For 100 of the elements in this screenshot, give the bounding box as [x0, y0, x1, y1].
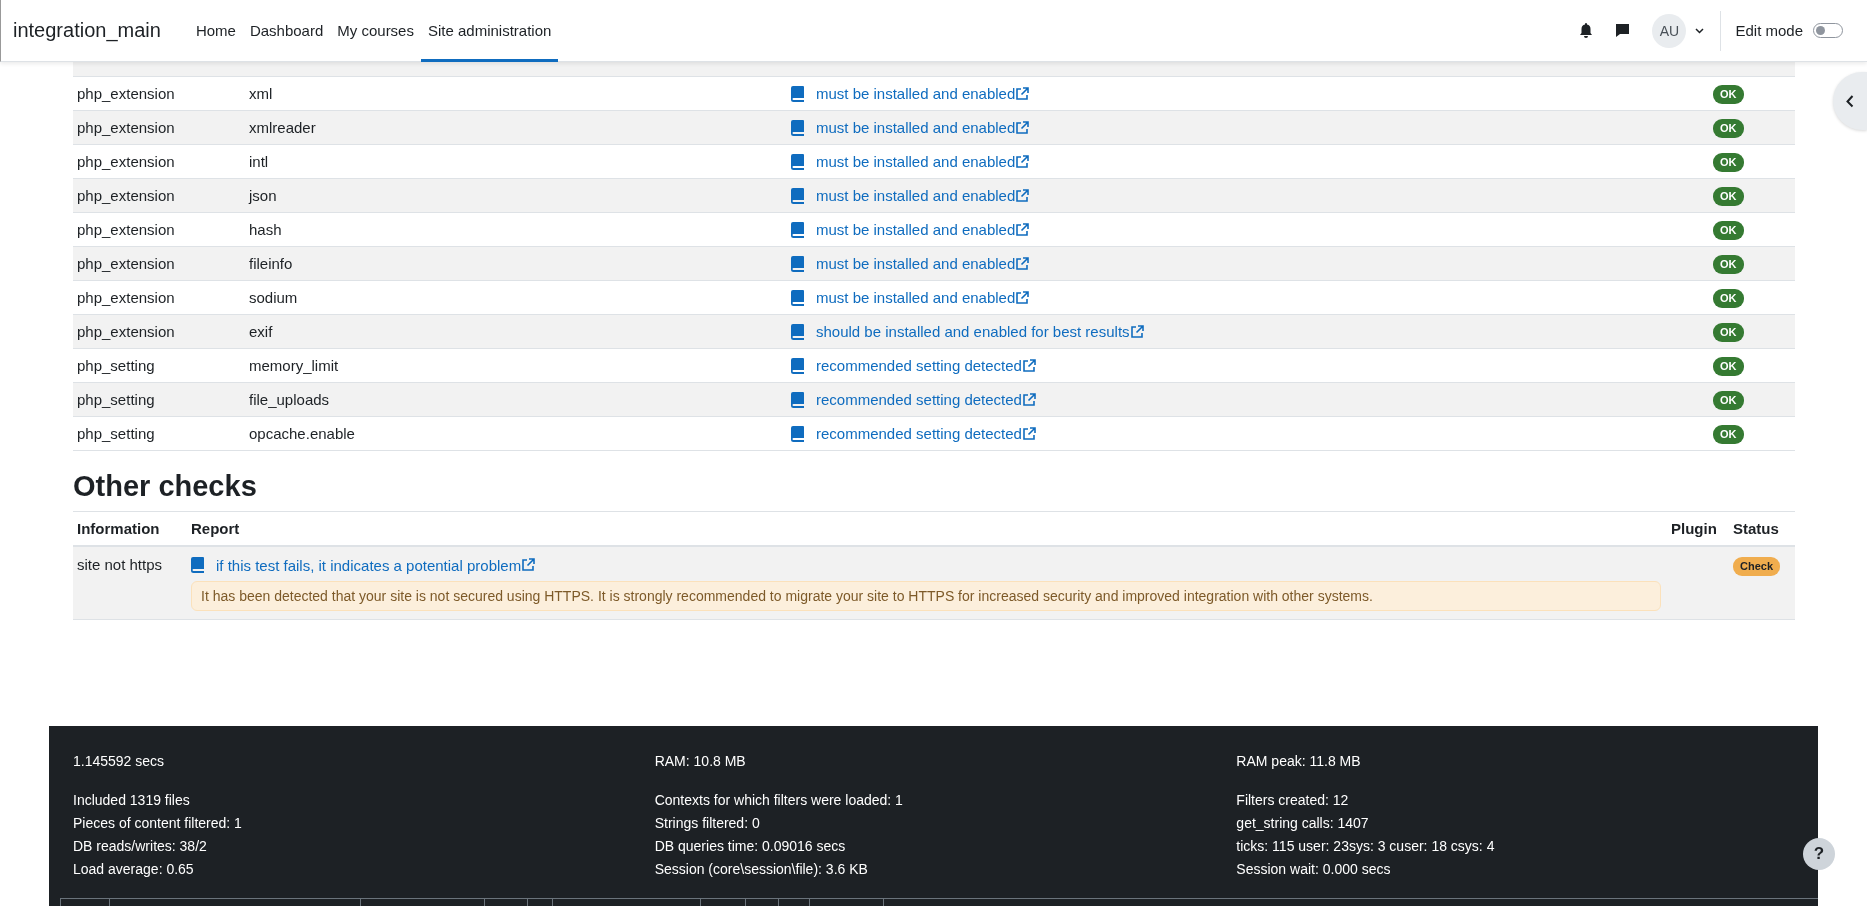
- report-link[interactable]: must be installed and enabled: [816, 85, 1016, 102]
- external-link-icon: [521, 558, 536, 572]
- table-cell-text: exif: [249, 323, 274, 340]
- status-badge: OK: [1713, 84, 1744, 104]
- book-icon: [791, 153, 804, 170]
- table-cell-text: file_uploads: [249, 391, 331, 408]
- book-icon: [791, 221, 804, 238]
- performance-stat: Load average: 0.65: [73, 860, 195, 879]
- external-link-icon: [1015, 188, 1030, 203]
- report-link[interactable]: must be installed and enabled: [816, 119, 1016, 136]
- report-link[interactable]: must be installed and enabled: [816, 221, 1016, 238]
- status-badge: Check: [1733, 557, 1781, 576]
- table-cell-text: xmlreader: [249, 119, 317, 136]
- book-icon: [191, 557, 204, 573]
- user-avatar[interactable]: AU: [1652, 13, 1687, 48]
- performance-stat: RAM: 10.8 MB: [654, 752, 747, 771]
- status-badge: OK: [1713, 152, 1744, 172]
- performance-stat: Contexts for which filters were loaded: 1: [654, 791, 904, 810]
- status-badge: OK: [1713, 220, 1744, 240]
- caret-icon[interactable]: [1695, 27, 1705, 34]
- book-icon: [791, 289, 804, 306]
- report-link[interactable]: recommended setting detected: [816, 391, 1022, 408]
- table-cell-text: site not https: [76, 555, 164, 575]
- table-cell-text: hash: [249, 221, 283, 238]
- external-link-icon: [1015, 154, 1030, 169]
- table-cell-text: php_extension: [76, 119, 176, 136]
- status-badge: OK: [1713, 424, 1744, 444]
- book-icon: [791, 255, 804, 272]
- nav-link[interactable]: Dashboard: [242, 0, 331, 62]
- table-cell-text: xml: [249, 85, 274, 102]
- help-button[interactable]: ?: [1803, 838, 1835, 870]
- table-cell-text: php_setting: [76, 425, 156, 442]
- performance-stat: Included 1319 files: [73, 791, 191, 810]
- external-link-icon: [1021, 392, 1036, 407]
- table-cell-text: php_extension: [76, 255, 176, 272]
- external-link-icon: [1021, 426, 1036, 441]
- bell-icon[interactable]: [1579, 23, 1594, 38]
- table-cell-text: php_setting: [76, 391, 156, 408]
- table-cell-text: opcache.enable: [249, 425, 356, 442]
- edit-mode-label: Edit mode: [1735, 22, 1803, 39]
- status-badge: OK: [1713, 254, 1744, 274]
- external-link-icon: [1015, 256, 1030, 271]
- report-link[interactable]: recommended setting detected: [816, 357, 1022, 374]
- report-link[interactable]: must be installed and enabled: [816, 187, 1016, 204]
- chevron-left-icon[interactable]: [1846, 94, 1854, 108]
- table-cell-text: json: [249, 187, 278, 204]
- table-cell-text: memory_limit: [249, 357, 340, 374]
- report-link[interactable]: should be installed and enabled for best results: [816, 323, 1130, 340]
- chat-icon[interactable]: [1615, 23, 1631, 38]
- performance-stat: DB queries time: 0.09016 secs: [654, 837, 847, 856]
- table-cell-text: php_setting: [76, 357, 156, 374]
- report-link[interactable]: recommended setting detected: [816, 425, 1022, 442]
- status-badge: OK: [1713, 118, 1744, 138]
- performance-stat: Pieces of content filtered: 1: [73, 814, 243, 833]
- performance-stat: get_string calls: 1407: [1236, 814, 1370, 833]
- table-cell-text: php_extension: [76, 221, 176, 238]
- status-badge: OK: [1713, 390, 1744, 410]
- performance-stat: 1.145592 secs: [73, 752, 166, 771]
- table-cell-text: php_extension: [76, 85, 176, 102]
- report-link[interactable]: must be installed and enabled: [816, 289, 1016, 306]
- performance-stat: Filters created: 12: [1236, 791, 1350, 810]
- book-icon: [791, 357, 804, 374]
- external-link-icon: [1015, 86, 1030, 101]
- nav-link[interactable]: Home: [188, 0, 243, 62]
- table-cell-text: intl: [249, 153, 270, 170]
- status-badge: OK: [1713, 186, 1744, 206]
- column-header: Plugin: [1671, 520, 1718, 537]
- status-badge: OK: [1713, 322, 1744, 342]
- book-icon: [791, 391, 804, 408]
- report-link[interactable]: if this test fails, it indicates a potential problem: [216, 556, 522, 574]
- performance-stat: ticks: 115 user: 23sys: 3 cuser: 18 csys: 4: [1236, 837, 1496, 856]
- performance-stat: Strings filtered: 0: [654, 814, 761, 833]
- external-link-icon: [1015, 222, 1030, 237]
- book-icon: [791, 85, 804, 102]
- table-cell-text: fileinfo: [249, 255, 294, 272]
- column-header: Information: [76, 520, 161, 537]
- nav-link[interactable]: My courses: [330, 0, 421, 62]
- warning-alert: It has been detected that your site is not secured using HTTPS. It is strongly recommended to migrate your site to HTTPS for increased security and improved integration with other systems.: [191, 581, 1661, 611]
- table-cell-text: php_extension: [76, 153, 176, 170]
- book-icon: [791, 323, 804, 340]
- performance-stat: Session (core\session\file): 3.6 KB: [654, 860, 869, 879]
- report-link[interactable]: must be installed and enabled: [816, 153, 1016, 170]
- external-link-icon: [1015, 120, 1030, 135]
- book-icon: [791, 187, 804, 204]
- site-name[interactable]: integration_main: [13, 19, 161, 42]
- status-badge: OK: [1713, 356, 1744, 376]
- table-cell-text: php_extension: [76, 289, 176, 306]
- performance-stat: Session wait: 0.000 secs: [1236, 860, 1392, 879]
- table-cell-text: sodium: [249, 289, 299, 306]
- table-cell-text: php_extension: [76, 323, 176, 340]
- column-header: Report: [191, 520, 241, 537]
- report-link[interactable]: must be installed and enabled: [816, 255, 1016, 272]
- status-badge: OK: [1713, 288, 1744, 308]
- column-header: Status: [1733, 520, 1780, 537]
- book-icon: [791, 425, 804, 442]
- external-link-icon: [1129, 324, 1144, 339]
- performance-stat: DB reads/writes: 38/2: [73, 837, 208, 856]
- external-link-icon: [1015, 290, 1030, 305]
- book-icon: [791, 119, 804, 136]
- external-link-icon: [1021, 358, 1036, 373]
